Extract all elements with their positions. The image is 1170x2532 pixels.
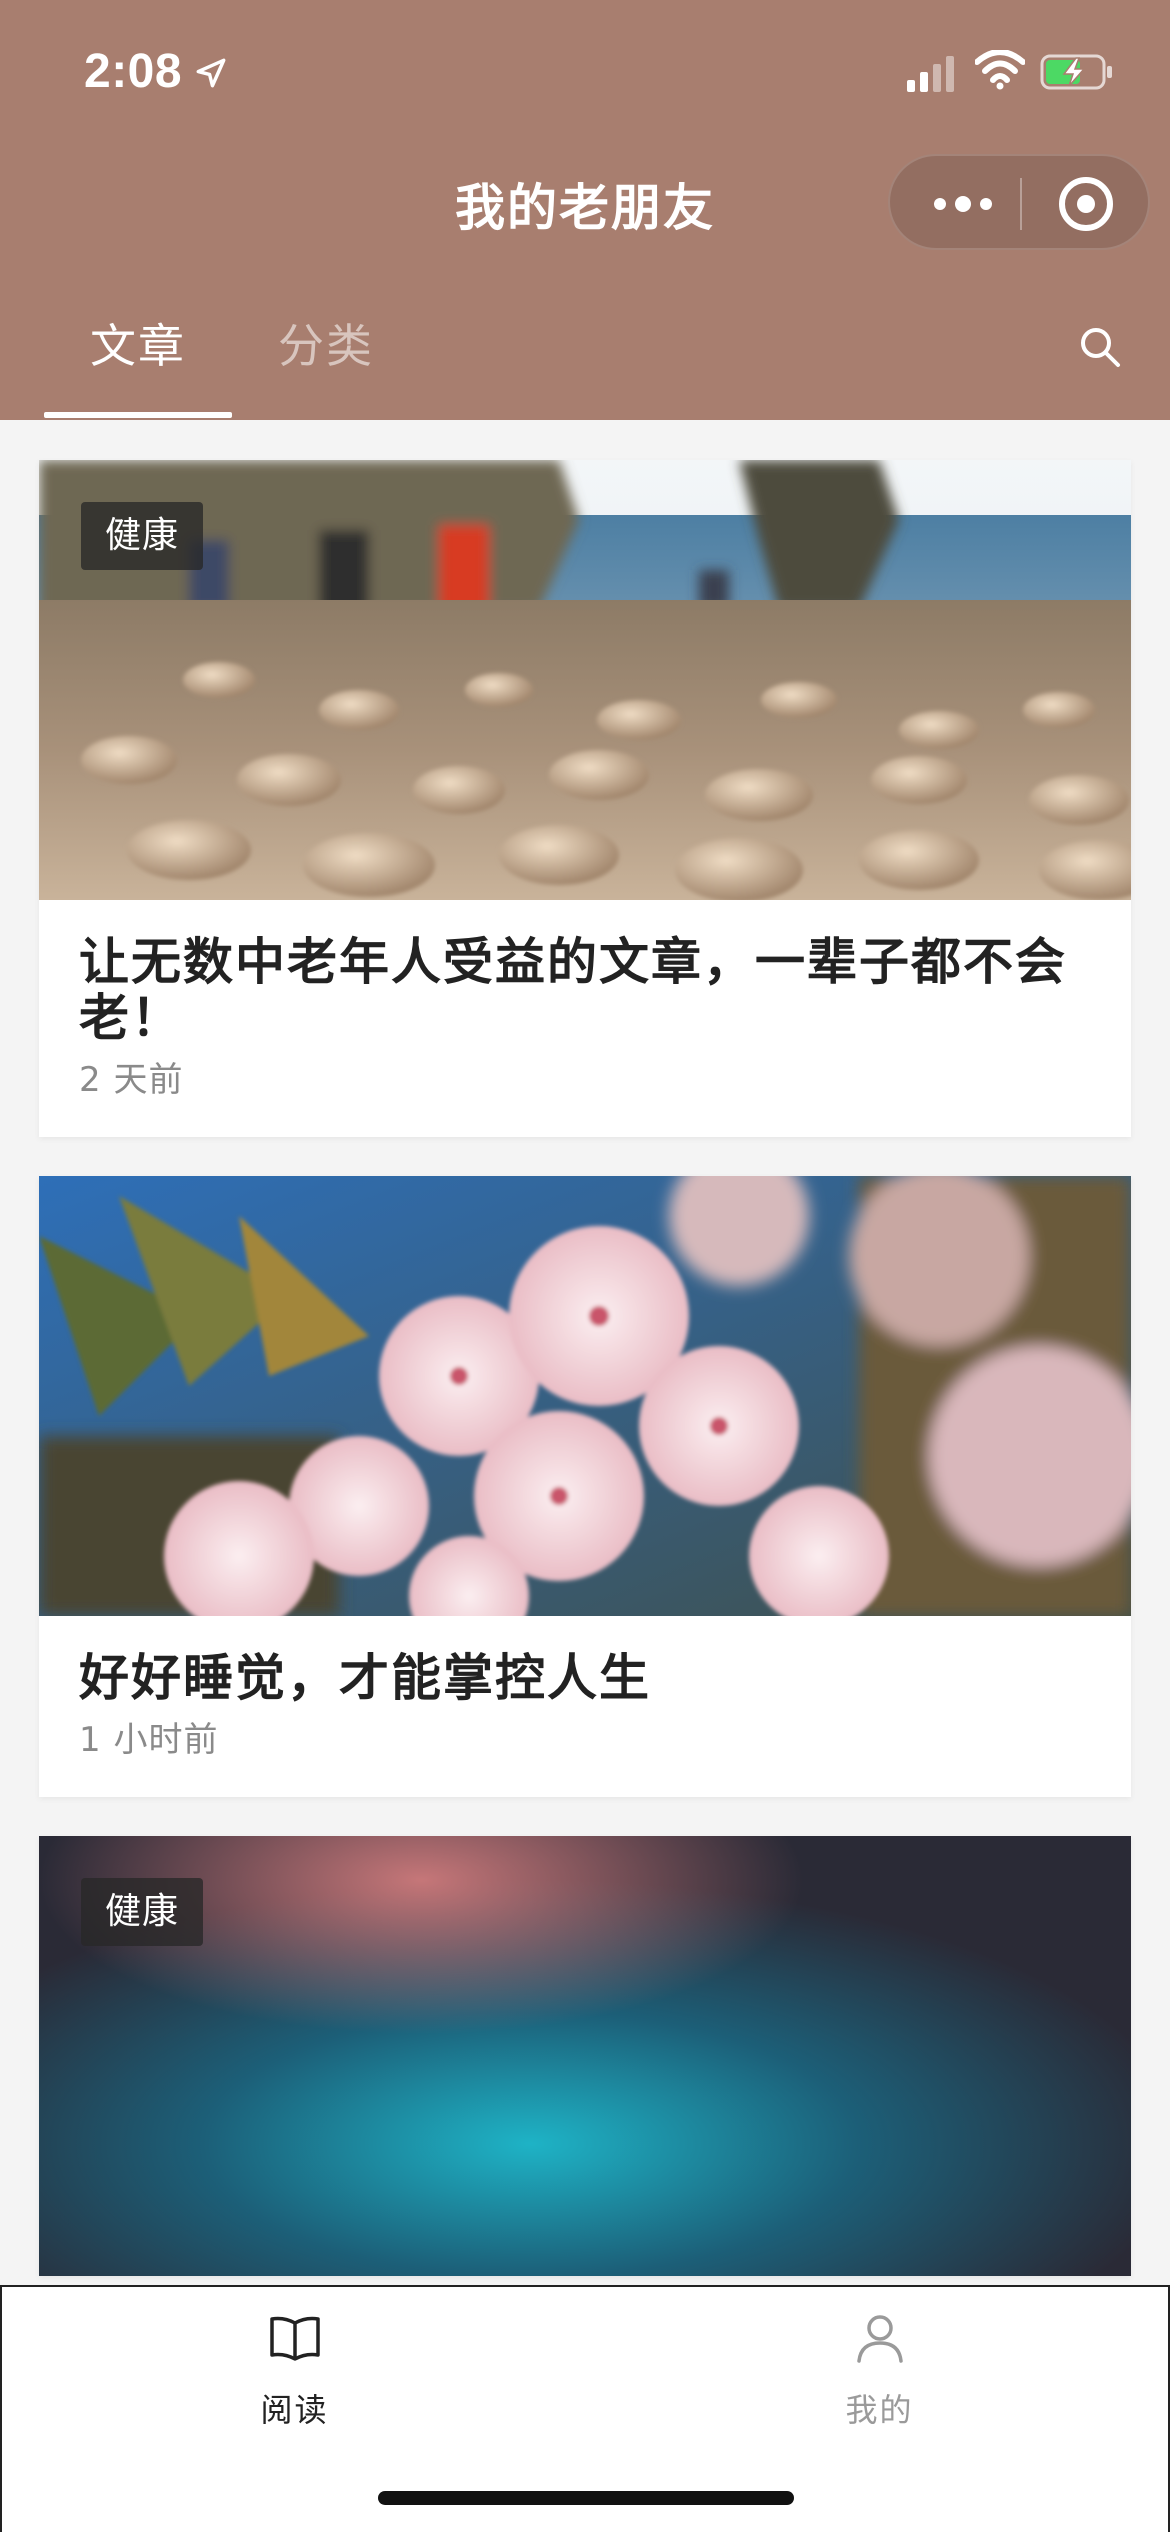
book-icon	[270, 2316, 320, 2361]
search-icon[interactable]	[1078, 325, 1122, 369]
person-icon	[857, 2315, 903, 2363]
article-cover-image	[39, 1176, 1131, 1616]
more-options-icon[interactable]	[928, 184, 998, 224]
tabbar-label: 我的	[845, 2391, 914, 2429]
category-tag: 健康	[81, 1878, 204, 1946]
article-card-body: 让无数中老年人受益的文章，一辈子都不会老！ 2 天前	[39, 900, 1131, 1137]
tabbar-item-read[interactable]: 阅读	[2, 2287, 587, 2437]
app-screen: 2:08 我的老朋友 文章 分类 健康 让无数中老年人受益的文章，一辈子都不会老…	[0, 0, 1170, 2532]
article-card[interactable]: 健康 让无数中老年人受益的文章，一辈子都不会老！ 2 天前	[39, 460, 1131, 1137]
cellular-signal-icon	[907, 56, 954, 92]
header: 2:08 我的老朋友 文章 分类	[0, 0, 1170, 420]
article-card[interactable]: 健康	[39, 1836, 1131, 2276]
article-cover-image: 健康	[39, 460, 1131, 900]
location-arrow-icon	[196, 58, 226, 88]
article-card[interactable]: 好好睡觉，才能掌控人生 1 小时前	[39, 1176, 1131, 1797]
article-cover-image: 健康	[39, 1836, 1131, 2276]
article-time: 1 小时前	[79, 1720, 219, 1760]
article-card-body: 好好睡觉，才能掌控人生 1 小时前	[39, 1616, 1131, 1797]
article-title: 让无数中老年人受益的文章，一辈子都不会老！	[79, 933, 1067, 1047]
mini-program-capsule	[888, 154, 1150, 250]
close-mini-program-icon[interactable]	[1056, 174, 1116, 234]
tab-category[interactable]: 分类	[278, 310, 374, 376]
wifi-icon	[975, 50, 1025, 90]
tab-articles[interactable]: 文章	[90, 310, 186, 376]
article-title: 好好睡觉，才能掌控人生	[79, 1649, 651, 1707]
home-indicator	[378, 2491, 794, 2505]
capsule-divider	[1020, 178, 1022, 230]
pink-blossom-photo	[39, 1176, 1131, 1616]
status-bar: 2:08	[0, 0, 1170, 150]
active-tab-indicator	[44, 412, 232, 418]
status-time: 2:08	[84, 45, 183, 98]
battery-charging-icon	[1040, 54, 1112, 90]
tabbar-item-mine[interactable]: 我的	[587, 2287, 1170, 2437]
category-tag: 健康	[81, 502, 204, 570]
tabbar-label: 阅读	[260, 2391, 329, 2429]
article-time: 2 天前	[79, 1060, 184, 1100]
